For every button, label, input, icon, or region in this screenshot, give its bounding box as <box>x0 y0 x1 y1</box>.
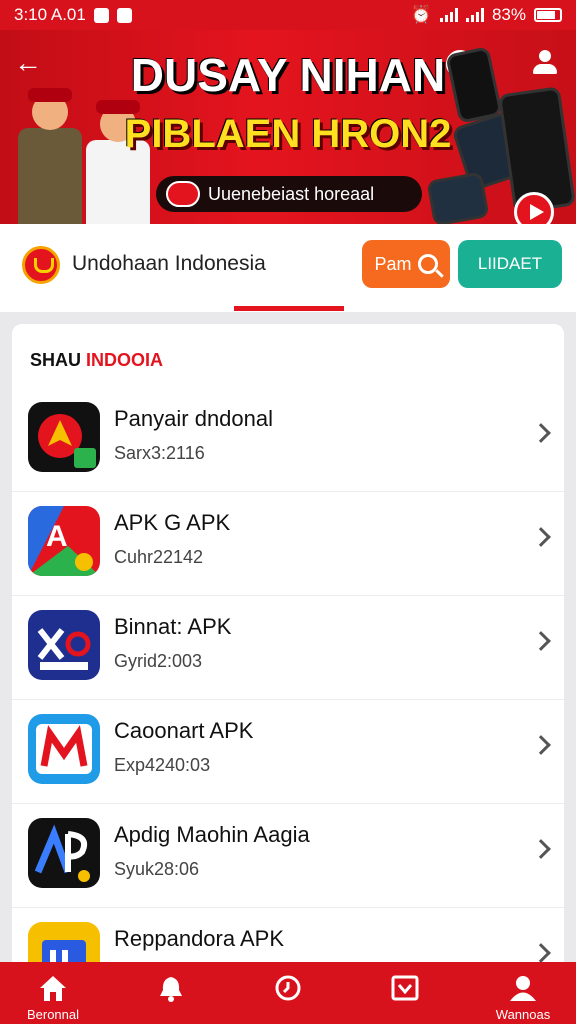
chevron-right-icon[interactable] <box>531 631 551 651</box>
nav-label-home: Beronnal <box>26 1007 80 1022</box>
nav-item-history[interactable] <box>243 962 333 1024</box>
app-name: Caoonart APK <box>114 718 254 743</box>
banner-title: DUSAY NIHAN <box>130 49 446 101</box>
app-list-item[interactable]: Binnat: APK Gyrid2:003 <box>12 596 564 700</box>
banner-subtitle: PIBLAEN HRON2 <box>124 112 452 156</box>
notification-icon <box>116 7 132 23</box>
pill-label: Uuenebeiast horeaal <box>208 183 375 204</box>
nav-item-notifications[interactable] <box>126 962 216 1024</box>
app-list-item[interactable]: Apdig Maohin Aagia Syuk28:06 <box>12 804 564 908</box>
banner-pill-button[interactable]: Uuenebeiast horeaal <box>156 176 422 212</box>
clock-icon <box>275 975 301 1001</box>
app-list-item[interactable]: Panyair dndonal Sarx3:2116 <box>12 388 564 492</box>
app-list-card: SHAU INDOOIA Panyair dndonal Sarx3:2116 … <box>12 324 564 974</box>
app-name: Reppandora APK <box>114 926 285 951</box>
app-meta: Syuk28:06 <box>114 859 200 879</box>
chevron-right-icon[interactable] <box>531 423 551 443</box>
signal-icon <box>465 8 484 22</box>
battery-percent: 83% <box>491 5 526 24</box>
nav-item-downloads[interactable] <box>360 962 450 1024</box>
chevron-right-icon[interactable] <box>531 527 551 547</box>
m-app-icon <box>28 714 100 784</box>
play-icon[interactable] <box>514 192 554 224</box>
home-icon <box>40 976 66 1001</box>
store-header: Undohaan Indonesia Pam LIIDAET <box>0 224 576 312</box>
promo-banner[interactable]: ← DUSAY NIHAN PIBLAEN HRON2 Uuenebeiast … <box>0 30 576 224</box>
battery-icon <box>534 8 562 22</box>
bell-icon <box>160 977 182 1002</box>
nav-item-home[interactable]: Beronnal <box>8 962 98 1024</box>
apk-store-icon: A <box>28 506 100 576</box>
search-button-label: Pam <box>374 253 412 274</box>
section-title: SHAU INDOOIA <box>30 350 163 371</box>
download-box-icon <box>391 975 419 1001</box>
update-button-label: LIIDAET <box>477 254 543 273</box>
app-meta: Cuhr22142 <box>114 547 204 567</box>
chevron-right-icon[interactable] <box>531 839 551 859</box>
bottom-navigation: Beronnal Wannoas <box>0 962 576 1024</box>
search-icon <box>417 254 438 274</box>
app-name: Panyair dndonal <box>114 406 274 431</box>
app-meta: Gyrid2:003 <box>114 651 203 671</box>
ap-app-icon <box>28 818 100 888</box>
app-name: Apdig Maohin Aagia <box>114 822 310 847</box>
xa-app-icon <box>28 610 100 680</box>
app-name: Binnat: APK <box>114 614 232 639</box>
status-time: 3:10 A.01 <box>14 5 86 24</box>
phone-illustration <box>426 171 490 224</box>
app-name: APK G APK <box>114 510 231 535</box>
nav-item-profile[interactable]: Wannoas <box>478 962 568 1024</box>
navigation-app-icon <box>28 402 100 472</box>
search-button[interactable]: Pam <box>362 240 450 288</box>
chevron-right-icon[interactable] <box>531 943 551 963</box>
app-list-item[interactable]: Caoonart APK Exp4240:03 <box>12 700 564 804</box>
app-meta: Sarx3:2116 <box>114 443 205 463</box>
signal-icon <box>439 8 458 22</box>
app-list-item[interactable]: A APK G APK Cuhr22142 <box>12 492 564 596</box>
profile-icon <box>510 976 536 1001</box>
nav-label-profile: Wannoas <box>495 1007 551 1022</box>
svg-text:A: A <box>46 520 68 553</box>
notification-icon <box>93 7 109 23</box>
chevron-right-icon[interactable] <box>531 735 551 755</box>
app-meta: Exp4240:03 <box>114 755 211 775</box>
alarm-icon: ⏰ <box>410 5 432 24</box>
badge-icon <box>166 181 200 207</box>
update-button[interactable]: LIIDAET <box>458 240 562 288</box>
store-logo-icon <box>22 246 60 284</box>
section-title-red: INDOOIA <box>86 350 164 370</box>
section-title-dark: SHAU <box>30 350 82 370</box>
active-tab-indicator <box>234 306 344 311</box>
store-title: Undohaan Indonesia <box>72 252 266 275</box>
status-bar: 3:10 A.01 ⏰ 83% <box>0 0 576 30</box>
